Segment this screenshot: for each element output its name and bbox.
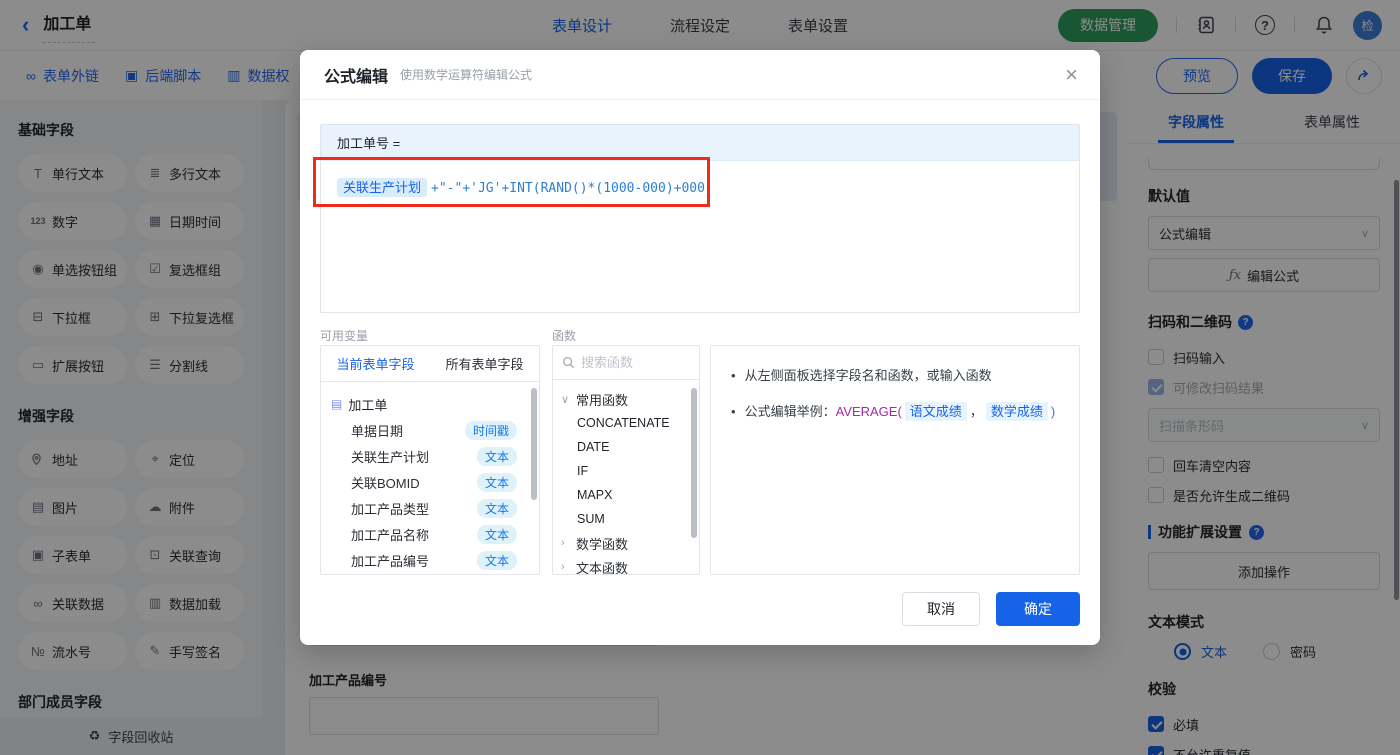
variable-row[interactable]: 加工产品类型 文本 bbox=[331, 495, 529, 521]
group-common-functions[interactable]: ∨ 常用函数 bbox=[561, 387, 691, 411]
confirm-button[interactable]: 确定 bbox=[996, 592, 1080, 626]
example-field-tag: 语文成绩 bbox=[904, 401, 967, 421]
type-badge: 文本 bbox=[476, 550, 517, 570]
variables-panel: 当前表单字段 所有表单字段 ▤ 加工单 单据日期 时间戳 关联生产计划 文本 关联B… bbox=[320, 345, 540, 575]
search-icon bbox=[562, 356, 575, 369]
bullet-icon: • bbox=[731, 368, 736, 383]
tab-current-form-fields[interactable]: 当前表单字段 bbox=[321, 346, 430, 381]
bullet-icon: • bbox=[731, 403, 736, 419]
function-item[interactable]: CONCATENATE bbox=[561, 411, 691, 435]
functions-label: 函数 bbox=[552, 329, 577, 343]
tab-all-form-fields[interactable]: 所有表单字段 bbox=[430, 346, 539, 381]
function-item[interactable]: IF bbox=[561, 459, 691, 483]
formula-body[interactable]: 关联生产计划 +"-"+'JG'+INT(RAND()*(1000-000)+00… bbox=[321, 161, 1079, 212]
example-field-tag: 数学成绩 bbox=[985, 401, 1048, 421]
chevron-down-icon: ∨ bbox=[561, 393, 570, 406]
type-badge: 文本 bbox=[476, 446, 517, 466]
functions-panel: ∨常用函数 CONCATENATE DATE IF MAPX SUM ›数学函数… bbox=[552, 345, 700, 575]
variables-scrollbar[interactable] bbox=[531, 388, 537, 500]
function-item[interactable]: DATE bbox=[561, 435, 691, 459]
functions-scrollbar[interactable] bbox=[691, 388, 697, 538]
tips-panel: • 从左侧面板选择字段名和函数，或输入函数 • 公式编辑举例： AVERAGE(… bbox=[710, 345, 1080, 575]
chevron-right-icon: › bbox=[561, 561, 565, 573]
type-badge: 时间戳 bbox=[464, 420, 517, 440]
modal-footer: 取消 确定 bbox=[902, 592, 1080, 626]
field-variable-tag[interactable]: 关联生产计划 bbox=[337, 178, 428, 197]
type-badge: 文本 bbox=[476, 498, 517, 518]
function-search-input[interactable] bbox=[581, 355, 671, 370]
variable-row[interactable]: 单据日期 时间戳 bbox=[331, 417, 529, 443]
doc-icon: ▤ bbox=[331, 397, 343, 411]
variable-row[interactable]: 关联生产计划 文本 bbox=[331, 443, 529, 469]
variable-row[interactable]: 加工产品名称 文本 bbox=[331, 521, 529, 547]
variables-label: 可用变量 bbox=[320, 329, 369, 343]
formula-code: +"-"+'JG'+INT(RAND()*(1000-000)+000) bbox=[431, 181, 713, 196]
group-text-functions[interactable]: › 文本函数 bbox=[561, 555, 691, 575]
formula-edit-modal: 公式编辑 使用数学运算符编辑公式 × 加工单号 = 关联生产计划 +"-"+'JG… bbox=[300, 50, 1100, 645]
group-math-functions[interactable]: › 数学函数 bbox=[561, 531, 691, 555]
close-icon[interactable]: × bbox=[1065, 64, 1078, 86]
function-item[interactable]: SUM bbox=[561, 507, 691, 531]
tip-line-1: • 从左侧面板选择字段名和函数，或输入函数 bbox=[731, 366, 1059, 386]
variables-tree: ▤ 加工单 单据日期 时间戳 关联生产计划 文本 关联BOMID 文本 加工产品类型文… bbox=[321, 382, 539, 573]
modal-subtitle: 使用数学运算符编辑公式 bbox=[400, 68, 533, 82]
functions-list: ∨ 常用函数 CONCATENATE DATE IF MAPX SUM › 数学函数… bbox=[553, 380, 699, 575]
type-badge: 文本 bbox=[476, 472, 517, 492]
function-item[interactable]: MAPX bbox=[561, 483, 691, 507]
chevron-right-icon: › bbox=[561, 537, 565, 549]
form-node[interactable]: ▤ 加工单 bbox=[331, 391, 529, 417]
formula-editor[interactable]: 加工单号 = 关联生产计划 +"-"+'JG'+INT(RAND()*(1000-… bbox=[320, 124, 1080, 313]
tip-line-2: • 公式编辑举例： AVERAGE( 语文成绩 ， 数学成绩 ) bbox=[731, 401, 1059, 421]
variable-row[interactable]: 关联BOMID 文本 bbox=[331, 469, 529, 495]
modal-title: 公式编辑 bbox=[324, 68, 389, 86]
formula-target: 加工单号 = bbox=[321, 125, 1079, 161]
function-search[interactable] bbox=[553, 346, 699, 380]
cancel-button[interactable]: 取消 bbox=[902, 592, 980, 626]
type-badge: 文本 bbox=[476, 524, 517, 544]
modal-header: 公式编辑 使用数学运算符编辑公式 bbox=[300, 50, 1100, 100]
app-root: ‹ 加工单 表单设计 流程设定 表单设置 数据管理 ? 检 ∞ 表单外链 ▣ 后… bbox=[0, 0, 1400, 755]
variable-row[interactable]: 加工产品编号 文本 bbox=[331, 547, 529, 573]
